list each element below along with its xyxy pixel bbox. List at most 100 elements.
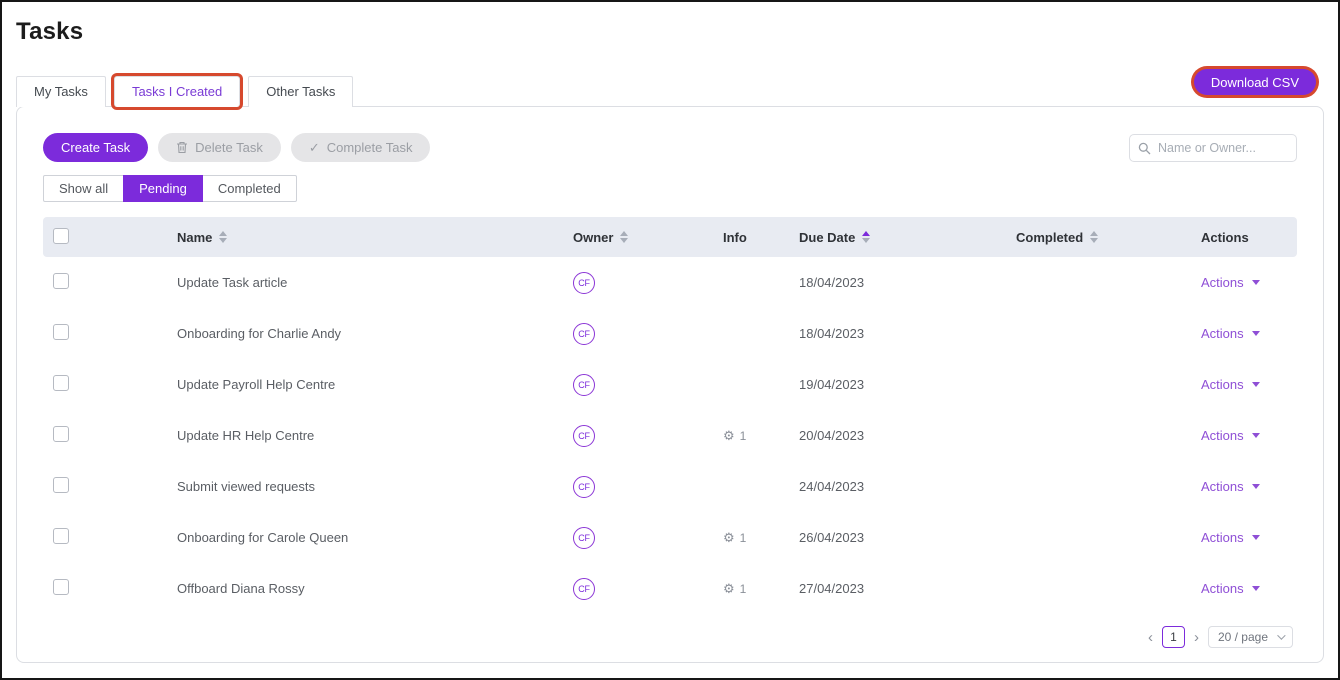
table-row: Submit viewed requests CF ⚙ 24/04/2023 A… [43, 461, 1297, 512]
table-row: Update Payroll Help Centre CF ⚙ 19/04/20… [43, 359, 1297, 410]
page-size-select[interactable]: 20 / page [1208, 626, 1293, 648]
sort-icon-completed[interactable] [1090, 231, 1098, 243]
task-name: Offboard Diana Rossy [137, 581, 533, 596]
select-chevron-icon [1277, 631, 1285, 639]
table-row: Onboarding for Carole Queen CF ⚙ 1 26/04/… [43, 512, 1297, 563]
search-box [1129, 134, 1297, 162]
actions-label: Actions [1201, 275, 1244, 290]
owner-avatar[interactable]: CF [573, 476, 595, 498]
actions-label: Actions [1201, 581, 1244, 596]
actions-label: Actions [1201, 479, 1244, 494]
owner-avatar[interactable]: CF [573, 272, 595, 294]
actions-dropdown[interactable]: Actions [1201, 581, 1260, 596]
task-name: Submit viewed requests [137, 479, 533, 494]
search-icon [1138, 142, 1151, 160]
tasks-screen: Tasks Download CSV My Tasks Tasks I Crea… [2, 2, 1338, 678]
actions-dropdown[interactable]: Actions [1201, 479, 1260, 494]
due-date: 26/04/2023 [783, 530, 976, 545]
actions-label: Actions [1201, 326, 1244, 341]
actions-dropdown[interactable]: Actions [1201, 326, 1260, 341]
complete-task-button[interactable]: ✓ Complete Task [291, 133, 431, 162]
task-name: Update Task article [137, 275, 533, 290]
info-count: 1 [740, 531, 747, 545]
select-all-checkbox[interactable] [53, 228, 69, 244]
owner-avatar[interactable]: CF [573, 323, 595, 345]
due-date: 18/04/2023 [783, 326, 976, 341]
column-header-owner[interactable]: Owner [573, 230, 628, 245]
owner-avatar[interactable]: CF [573, 374, 595, 396]
row-checkbox[interactable] [53, 375, 69, 391]
complete-task-label: Complete Task [327, 140, 413, 155]
row-checkbox[interactable] [53, 273, 69, 289]
toolbar: Create Task Delete Task ✓ Complete Task [43, 133, 1297, 162]
next-page-button[interactable]: › [1194, 630, 1199, 645]
caret-down-icon [1252, 382, 1260, 387]
tab-other-tasks[interactable]: Other Tasks [248, 76, 353, 107]
sort-icon-owner[interactable] [620, 231, 628, 243]
create-task-button[interactable]: Create Task [43, 133, 148, 162]
gear-icon: ⚙ [723, 532, 735, 545]
actions-label: Actions [1201, 377, 1244, 392]
page-title: Tasks [16, 18, 1324, 46]
search-input[interactable] [1129, 134, 1297, 162]
due-date: 20/04/2023 [783, 428, 976, 443]
tasks-table: Name Owner Info Due Date Completed Actio… [43, 217, 1297, 614]
gear-icon: ⚙ [723, 430, 735, 443]
task-name: Onboarding for Charlie Andy [137, 326, 533, 341]
filter-group: Show all Pending Completed [43, 175, 1297, 202]
table-body: Update Task article CF ⚙ 18/04/2023 Acti… [43, 257, 1297, 614]
current-page[interactable]: 1 [1162, 626, 1185, 648]
column-header-name[interactable]: Name [177, 230, 227, 245]
actions-label: Actions [1201, 428, 1244, 443]
info-count: 1 [740, 429, 747, 443]
actions-dropdown[interactable]: Actions [1201, 377, 1260, 392]
table-row: Update Task article CF ⚙ 18/04/2023 Acti… [43, 257, 1297, 308]
task-name: Update Payroll Help Centre [137, 377, 533, 392]
tab-tasks-i-created[interactable]: Tasks I Created [114, 76, 240, 107]
tab-bar: My Tasks Tasks I Created Other Tasks [16, 76, 1324, 107]
task-name: Onboarding for Carole Queen [137, 530, 533, 545]
delete-task-button[interactable]: Delete Task [158, 133, 281, 162]
caret-down-icon [1252, 331, 1260, 336]
owner-avatar[interactable]: CF [573, 425, 595, 447]
owner-avatar[interactable]: CF [573, 578, 595, 600]
caret-down-icon [1252, 535, 1260, 540]
due-date: 19/04/2023 [783, 377, 976, 392]
row-checkbox[interactable] [53, 426, 69, 442]
actions-dropdown[interactable]: Actions [1201, 428, 1260, 443]
page-size-value: 20 / page [1218, 630, 1268, 644]
row-checkbox[interactable] [53, 579, 69, 595]
filter-show-all[interactable]: Show all [43, 175, 124, 202]
column-header-info: Info [723, 230, 747, 245]
row-checkbox[interactable] [53, 477, 69, 493]
caret-down-icon [1252, 280, 1260, 285]
sort-icon-due-date[interactable] [862, 231, 870, 243]
caret-down-icon [1252, 433, 1260, 438]
table-header: Name Owner Info Due Date Completed Actio… [43, 217, 1297, 257]
sort-icon-name[interactable] [219, 231, 227, 243]
filter-completed[interactable]: Completed [202, 175, 297, 202]
gear-icon: ⚙ [723, 583, 735, 596]
column-header-completed[interactable]: Completed [1016, 230, 1098, 245]
column-header-due-date[interactable]: Due Date [799, 230, 870, 245]
column-header-actions: Actions [1201, 230, 1249, 245]
pagination: ‹ 1 › 20 / page [43, 626, 1297, 648]
prev-page-button[interactable]: ‹ [1148, 630, 1153, 645]
download-csv-button[interactable]: Download CSV [1194, 69, 1316, 95]
actions-dropdown[interactable]: Actions [1201, 530, 1260, 545]
filter-pending[interactable]: Pending [123, 175, 203, 202]
task-name: Update HR Help Centre [137, 428, 533, 443]
info-count: 1 [740, 582, 747, 596]
row-checkbox[interactable] [53, 324, 69, 340]
table-row: Onboarding for Charlie Andy CF ⚙ 18/04/2… [43, 308, 1297, 359]
actions-dropdown[interactable]: Actions [1201, 275, 1260, 290]
row-checkbox[interactable] [53, 528, 69, 544]
caret-down-icon [1252, 484, 1260, 489]
trash-icon [176, 141, 188, 154]
owner-avatar[interactable]: CF [573, 527, 595, 549]
table-row: Offboard Diana Rossy CF ⚙ 1 27/04/2023 Ac… [43, 563, 1297, 614]
check-icon: ✓ [309, 140, 320, 156]
due-date: 27/04/2023 [783, 581, 976, 596]
table-row: Update HR Help Centre CF ⚙ 1 20/04/2023 A… [43, 410, 1297, 461]
tab-my-tasks[interactable]: My Tasks [16, 76, 106, 107]
